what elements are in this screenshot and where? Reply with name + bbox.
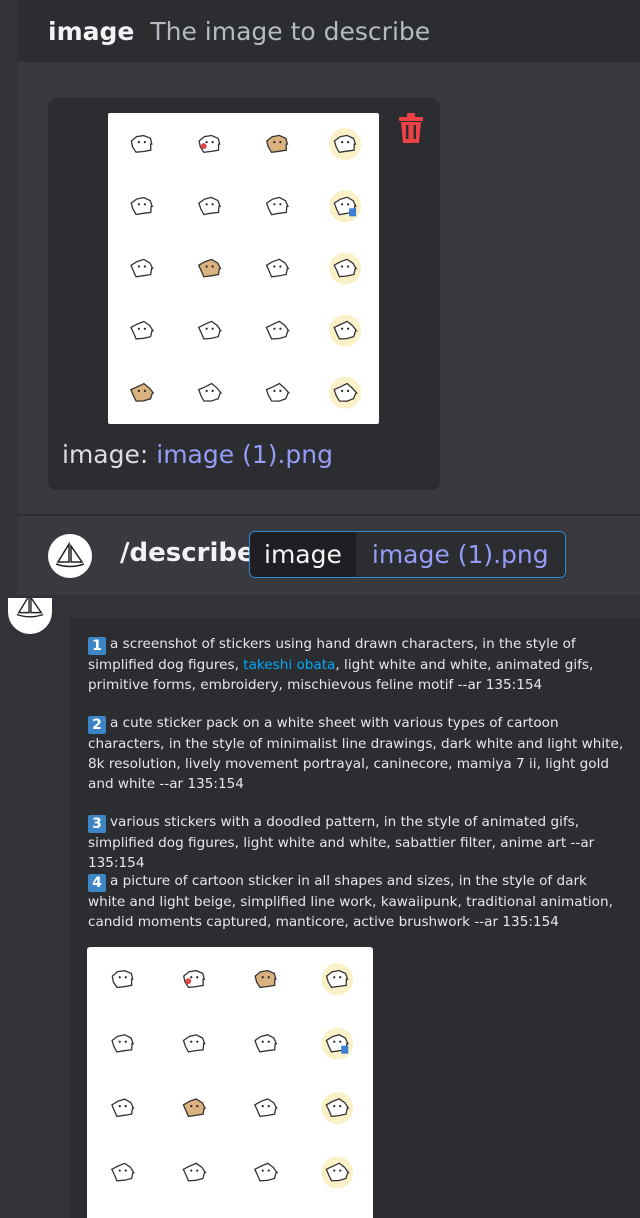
dog-sticker — [198, 196, 222, 216]
prompt-text: a cute sticker pack on a white sheet wit… — [88, 715, 624, 792]
option-key: image — [250, 532, 356, 577]
dog-sticker — [197, 320, 223, 340]
dog-sticker — [265, 320, 290, 340]
attachment-filename: image (1).png — [156, 440, 334, 469]
prompt-option-3[interactable]: 3 various stickers with a doodled pattern… — [88, 812, 628, 873]
reply-image-preview[interactable] — [87, 947, 373, 1218]
command-name: /describe — [120, 538, 255, 568]
option-header: image The image to describe — [18, 0, 640, 62]
trash-icon — [399, 113, 423, 143]
prompt-number: 4 — [88, 874, 106, 892]
dog-sticker — [321, 1156, 354, 1189]
dog-sticker — [130, 382, 155, 402]
dog-sticker — [182, 1098, 207, 1118]
prompt-option-2[interactable]: 2a cute sticker pack on a white sheet wi… — [88, 713, 628, 794]
dog-sticker — [253, 1162, 279, 1182]
dog-sticker — [254, 1034, 278, 1053]
dog-sticker — [265, 196, 289, 216]
dog-sticker — [329, 314, 362, 347]
sailboat-logo-icon — [16, 598, 44, 618]
dog-sticker — [329, 128, 362, 161]
dog-sticker — [130, 258, 154, 278]
dog-sticker — [321, 1092, 354, 1125]
bot-reply-embed: 1a screenshot of stickers using hand dra… — [70, 618, 640, 1218]
prompt-artist-link[interactable]: takeshi obata — [243, 657, 335, 673]
prompt-text: various stickers with a doodled pattern,… — [88, 814, 595, 871]
option-name: image — [48, 16, 135, 46]
bot-avatar[interactable] — [8, 598, 52, 634]
option-description: The image to describe — [150, 16, 431, 46]
dog-sticker — [111, 1098, 135, 1118]
dog-sticker — [130, 134, 153, 153]
sticker-sheet-illustration — [130, 128, 362, 409]
dog-sticker — [182, 1034, 206, 1053]
dog-sticker — [198, 134, 221, 153]
dog-sticker — [265, 258, 290, 278]
dog-sticker — [197, 258, 222, 278]
dog-sticker — [110, 1162, 135, 1182]
command-option-chip[interactable]: image image (1).png — [249, 531, 566, 578]
prompt-option-1[interactable]: 1a screenshot of stickers using hand dra… — [88, 634, 628, 695]
uploaded-image-preview[interactable] — [108, 113, 379, 424]
dog-sticker — [130, 320, 155, 340]
dog-sticker — [182, 969, 206, 989]
dog-sticker — [182, 1162, 207, 1182]
dog-sticker — [321, 1027, 354, 1060]
dog-sticker — [253, 1098, 278, 1118]
remove-attachment-button[interactable] — [382, 100, 440, 156]
attachment-caption: image: image (1).png — [62, 440, 333, 469]
dog-sticker — [265, 382, 291, 402]
sticker-sheet-illustration — [110, 963, 354, 1189]
dog-sticker — [254, 969, 277, 989]
sailboat-logo-icon — [55, 542, 85, 568]
dog-sticker — [329, 252, 362, 285]
dog-sticker — [111, 970, 134, 989]
dog-sticker — [329, 376, 362, 409]
app-avatar — [48, 534, 92, 578]
prompt-option-4[interactable]: 4a picture of cartoon sticker in all sha… — [88, 871, 628, 932]
attachment-caption-label: image: — [62, 440, 149, 469]
command-option-panel: image The image to describe image: image… — [18, 0, 640, 595]
prompt-text: a picture of cartoon sticker in all shap… — [88, 873, 613, 930]
option-value[interactable]: image (1).png — [355, 532, 565, 577]
dog-sticker — [321, 963, 354, 996]
prompt-number: 2 — [88, 716, 106, 734]
prompt-number: 1 — [88, 637, 106, 655]
upload-attachment-card: image: image (1).png — [48, 98, 440, 490]
dog-sticker — [197, 382, 223, 402]
slash-command-input[interactable]: /describe image image (1).png — [18, 516, 640, 595]
dog-sticker — [130, 196, 154, 216]
dog-sticker — [329, 190, 362, 223]
dog-sticker — [111, 1034, 135, 1053]
prompt-number: 3 — [88, 815, 106, 833]
dog-sticker — [266, 134, 289, 154]
